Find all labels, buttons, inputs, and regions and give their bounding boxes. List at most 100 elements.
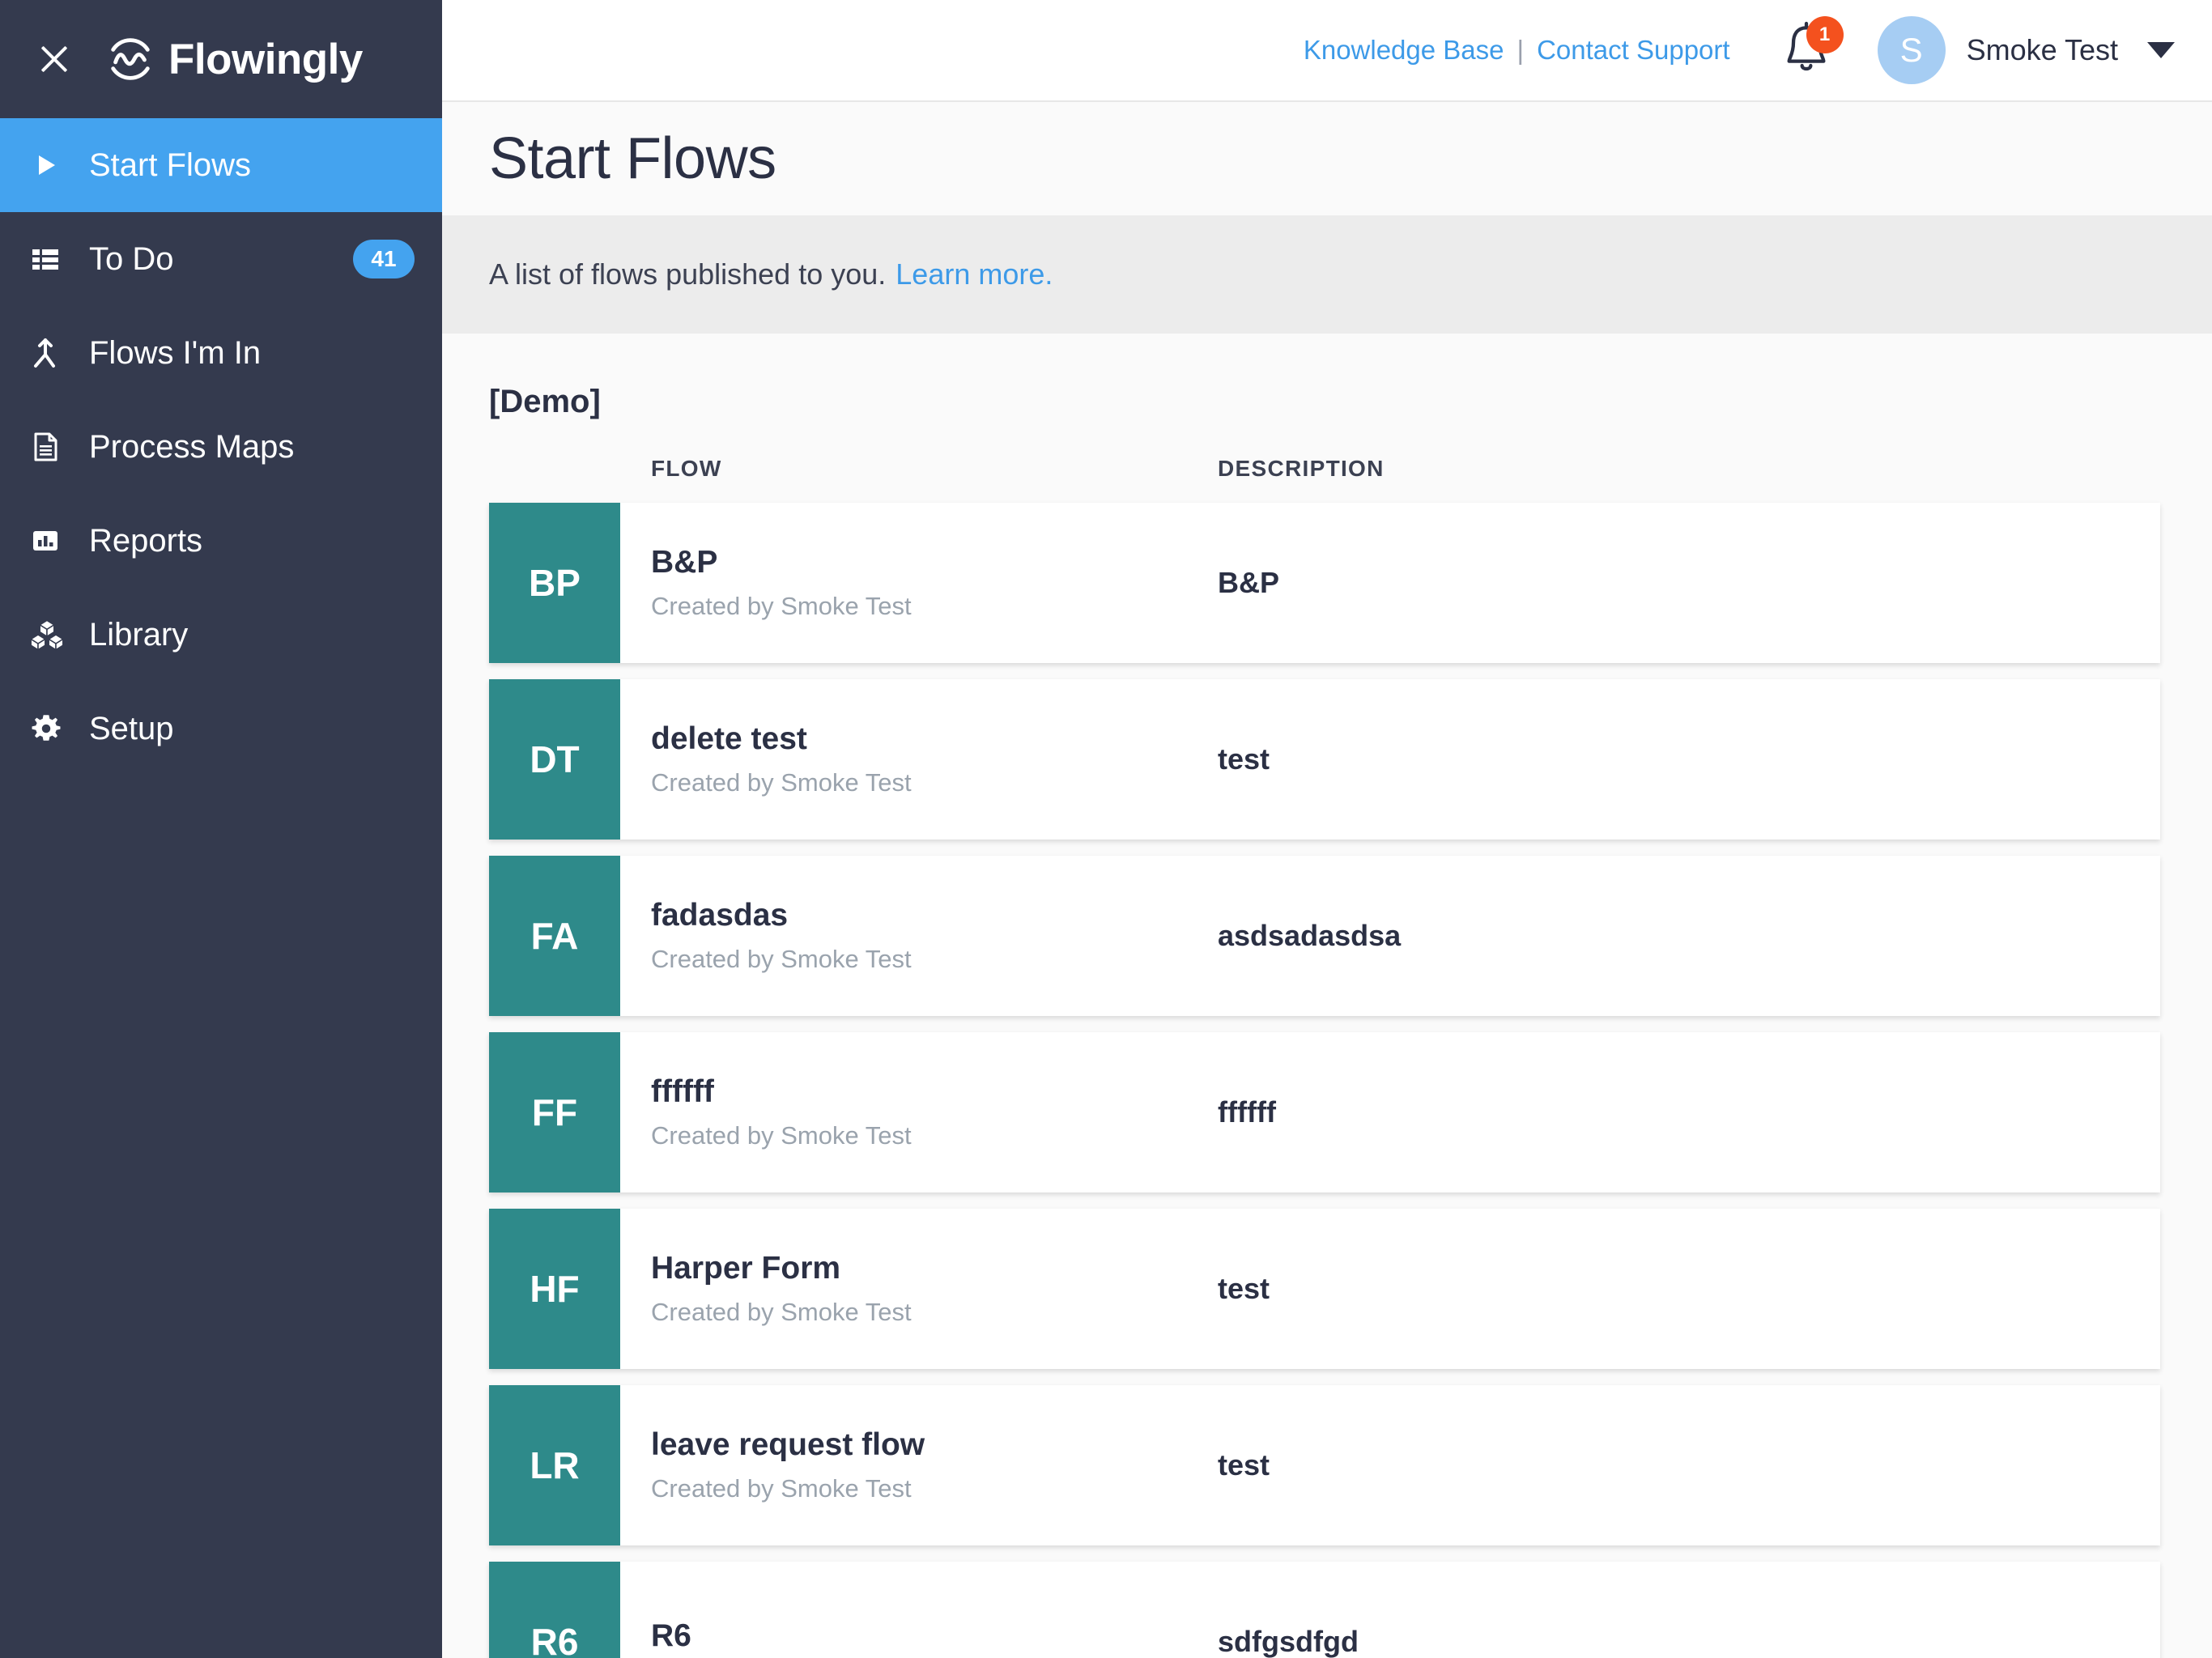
- avatar[interactable]: S: [1877, 16, 1946, 84]
- flow-row-body: R6 sdfgsdfgd: [620, 1562, 2160, 1658]
- table-row[interactable]: HF Harper Form Created by Smoke Test tes…: [489, 1209, 2160, 1369]
- document-icon: [29, 431, 78, 463]
- flow-name: Harper Form: [651, 1251, 841, 1286]
- flow-description: asdsadasdsa: [1218, 919, 1402, 952]
- sidebar-item-setup[interactable]: Setup: [0, 682, 442, 776]
- flow-row-body: delete test Created by Smoke Test test: [620, 679, 2160, 840]
- sidebar-item-label: Start Flows: [89, 147, 252, 183]
- top-bar: Knowledge Base | Contact Support 1 S Smo…: [442, 0, 2212, 102]
- table-row[interactable]: FF ffffff Created by Smoke Test ffffff: [489, 1032, 2160, 1192]
- sidebar-item-flows-im-in[interactable]: Flows I'm In: [0, 306, 442, 400]
- close-icon[interactable]: [36, 40, 73, 78]
- flow-main: B&P Created by Smoke Test: [651, 545, 1218, 621]
- flow-name: B&P: [651, 545, 718, 580]
- flow-row-body: fadasdas Created by Smoke Test asdsadasd…: [620, 856, 2160, 1016]
- notifications-button[interactable]: 1: [1780, 16, 1844, 81]
- sidebar-item-label: Reports: [89, 522, 203, 559]
- flow-name: ffffff: [651, 1074, 714, 1109]
- flow-main: fadasdas Created by Smoke Test: [651, 898, 1218, 974]
- flow-name: leave request flow: [651, 1427, 925, 1462]
- sidebar-item-label: Library: [89, 616, 189, 653]
- contact-support-link[interactable]: Contact Support: [1537, 35, 1729, 66]
- sidebar-item-reports[interactable]: Reports: [0, 494, 442, 588]
- column-header-description: DESCRIPTION: [1218, 456, 1385, 481]
- sidebar-item-label: Flows I'm In: [89, 334, 262, 371]
- sidebar-item-label: Process Maps: [89, 428, 295, 465]
- main-column: Knowledge Base | Contact Support 1 S Smo…: [442, 0, 2212, 1658]
- flow-main: Harper Form Created by Smoke Test: [651, 1251, 1218, 1327]
- flow-row-body: ffffff Created by Smoke Test ffffff: [620, 1032, 2160, 1192]
- column-header-flow: FLOW: [651, 456, 722, 481]
- user-name: Smoke Test: [1966, 33, 2118, 66]
- flow-initials-tile: HF: [489, 1209, 620, 1369]
- learn-more-link[interactable]: Learn more.: [895, 257, 1053, 291]
- table-row[interactable]: LR leave request flow Created by Smoke T…: [489, 1385, 2160, 1545]
- flow-created-by: Created by Smoke Test: [651, 1121, 912, 1150]
- flow-description: sdfgsdfgd: [1218, 1625, 1359, 1658]
- sidebar-item-process-maps[interactable]: Process Maps: [0, 400, 442, 494]
- to-do-badge: 41: [353, 240, 415, 278]
- flow-name: fadasdas: [651, 898, 789, 933]
- topbar-separator: |: [1516, 35, 1525, 65]
- flow-name: delete test: [651, 721, 807, 756]
- flow-description: ffffff: [1218, 1095, 1276, 1129]
- bell-icon: [1780, 21, 1832, 81]
- sidebar-header: Flowingly: [0, 0, 442, 118]
- gear-icon: [29, 712, 78, 746]
- flow-initials-tile: BP: [489, 503, 620, 663]
- flow-description: test: [1218, 742, 1270, 776]
- flow-created-by: Created by Smoke Test: [651, 945, 912, 973]
- table-row[interactable]: DT delete test Created by Smoke Test tes…: [489, 679, 2160, 840]
- brand-name: Flowingly: [168, 35, 363, 83]
- flow-created-by: Created by Smoke Test: [651, 592, 912, 620]
- info-bar: A list of flows published to you. Learn …: [442, 215, 2212, 334]
- page-title: Start Flows: [489, 126, 776, 191]
- flow-initials-tile: LR: [489, 1385, 620, 1545]
- bar-chart-icon: [29, 525, 78, 557]
- flow-list-scroll-area[interactable]: [Demo] FLOW DESCRIPTION BP B&P Created b…: [442, 334, 2212, 1658]
- flow-row-body: Harper Form Created by Smoke Test test: [620, 1209, 2160, 1369]
- flow-description: test: [1218, 1272, 1270, 1305]
- flow-created-by: Created by Smoke Test: [651, 1298, 912, 1326]
- table-header: FLOW DESCRIPTION: [489, 456, 2160, 482]
- sidebar-item-start-flows[interactable]: Start Flows: [0, 118, 442, 212]
- page-header: Start Flows: [442, 102, 2212, 215]
- flow-initials-tile: FF: [489, 1032, 620, 1192]
- flow-main: delete test Created by Smoke Test: [651, 721, 1218, 797]
- sidebar-item-library[interactable]: Library: [0, 588, 442, 682]
- play-triangle-icon: [29, 149, 78, 181]
- table-row[interactable]: R6 R6 sdfgsdfgd: [489, 1562, 2160, 1658]
- sidebar: Flowingly Start Flows To Do 41 Flows I'm…: [0, 0, 442, 1658]
- sidebar-item-label: To Do: [89, 240, 174, 277]
- flow-group-title: [Demo]: [489, 384, 601, 419]
- flow-main: R6: [651, 1618, 1218, 1658]
- info-text: A list of flows published to you.: [489, 257, 887, 291]
- flow-description: B&P: [1218, 566, 1280, 599]
- knowledge-base-link[interactable]: Knowledge Base: [1304, 35, 1504, 66]
- flow-row-body: leave request flow Created by Smoke Test…: [620, 1385, 2160, 1545]
- brand[interactable]: Flowingly: [105, 34, 363, 84]
- topbar-links: Knowledge Base | Contact Support: [1304, 35, 1730, 66]
- list-icon: [29, 243, 78, 275]
- flow-name: R6: [651, 1618, 691, 1653]
- flow-initials-tile: R6: [489, 1562, 620, 1658]
- flow-created-by: Created by Smoke Test: [651, 1474, 912, 1503]
- flow-main: leave request flow Created by Smoke Test: [651, 1427, 1218, 1503]
- flow-initials-tile: DT: [489, 679, 620, 840]
- notification-count-badge: 1: [1806, 16, 1844, 53]
- flow-initials-tile: FA: [489, 856, 620, 1016]
- sidebar-item-to-do[interactable]: To Do 41: [0, 212, 442, 306]
- sidebar-nav: Start Flows To Do 41 Flows I'm In Proces…: [0, 118, 442, 776]
- merge-arrow-icon: [29, 337, 78, 369]
- blocks-icon: [29, 617, 78, 653]
- flow-main: ffffff Created by Smoke Test: [651, 1074, 1218, 1150]
- flow-created-by: Created by Smoke Test: [651, 768, 912, 797]
- app-root: Flowingly Start Flows To Do 41 Flows I'm…: [0, 0, 2212, 1658]
- table-row[interactable]: FA fadasdas Created by Smoke Test asdsad…: [489, 856, 2160, 1016]
- flow-row-body: B&P Created by Smoke Test B&P: [620, 503, 2160, 663]
- flowingly-logo-icon: [105, 34, 155, 84]
- chevron-down-icon[interactable]: [2147, 42, 2175, 58]
- flow-description: test: [1218, 1448, 1270, 1482]
- table-row[interactable]: BP B&P Created by Smoke Test B&P: [489, 503, 2160, 663]
- sidebar-item-label: Setup: [89, 710, 174, 746]
